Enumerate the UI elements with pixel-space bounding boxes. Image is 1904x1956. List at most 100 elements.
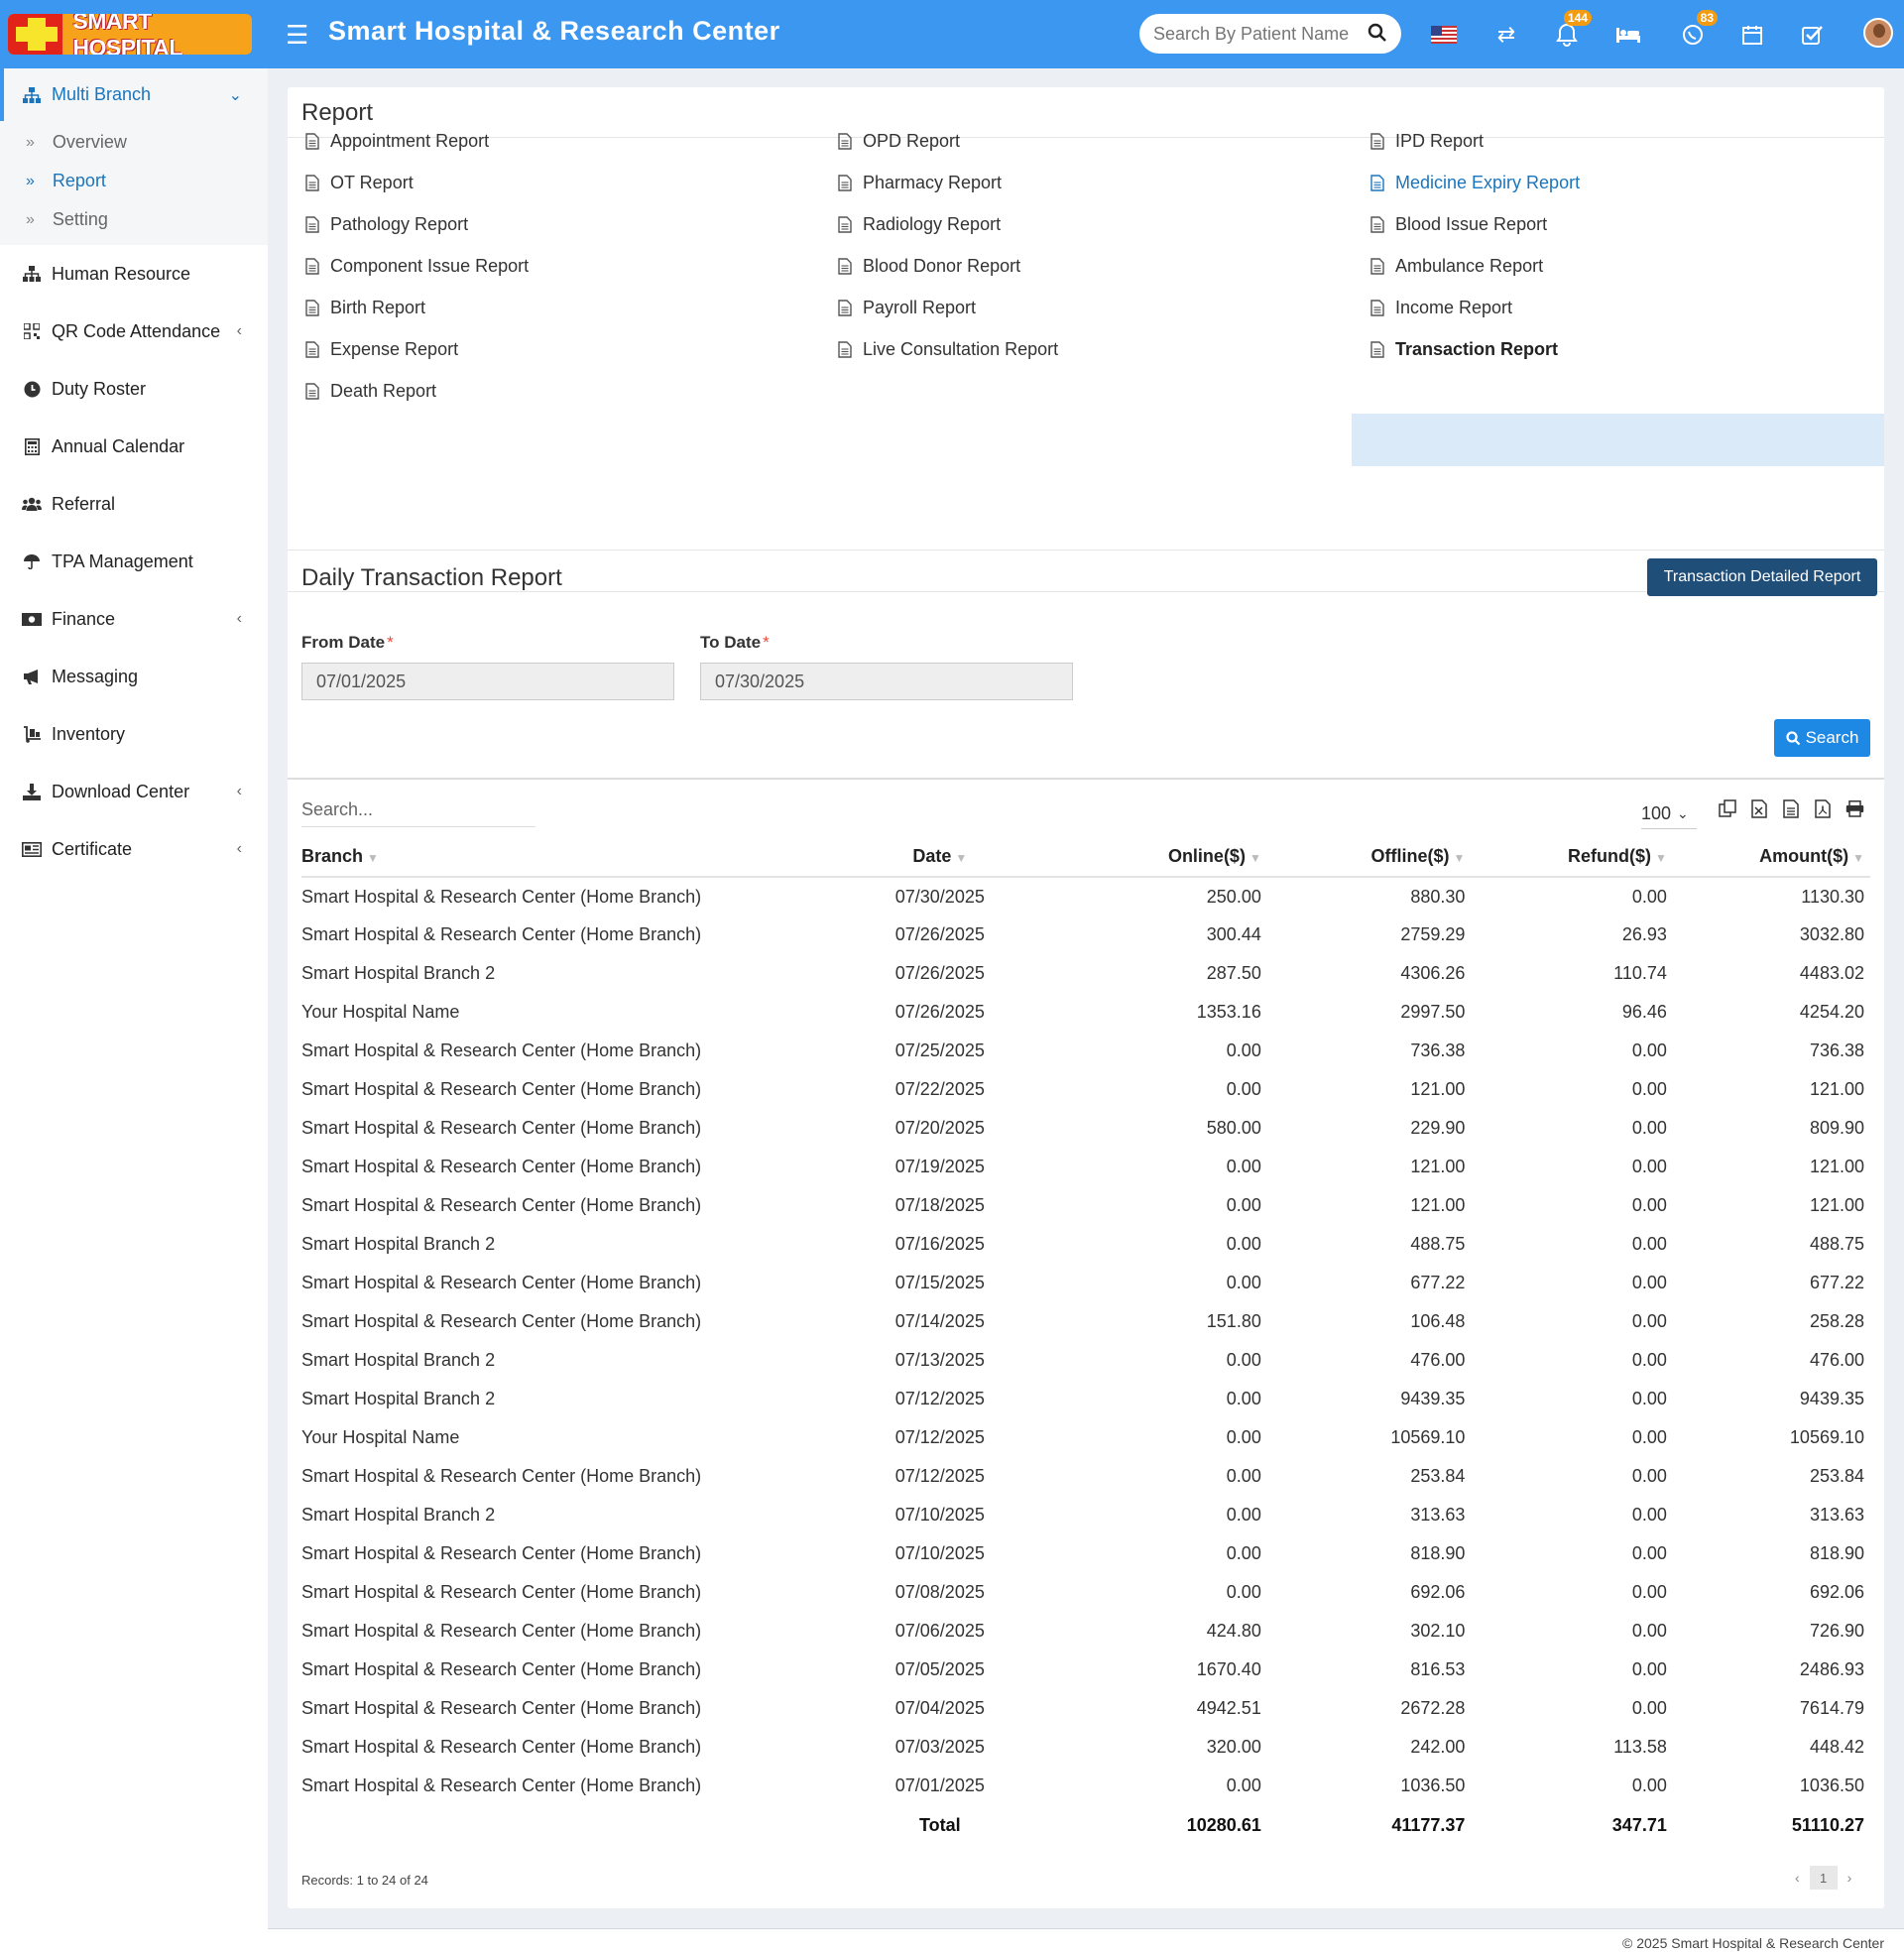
table-cell: 106.48 <box>1410 1311 1466 1331</box>
report-link-label: Pathology Report <box>330 214 469 234</box>
table-cell: Your Hospital Name <box>301 1427 460 1447</box>
double-chevron-icon: » <box>26 133 35 151</box>
report-link-income-report[interactable]: Income Report <box>1370 298 1512 318</box>
sidebar-item-messaging[interactable]: Messaging <box>0 648 268 705</box>
excel-icon[interactable] <box>1747 796 1771 820</box>
table-row: Your Hospital Name 07/12/2025 0.00 10569.10… <box>301 1418 1870 1457</box>
table-cell: 287.50 <box>1206 963 1261 983</box>
pdf-icon[interactable] <box>1811 796 1835 820</box>
sidebar-item-finance[interactable]: Finance ‹ <box>0 590 268 648</box>
table-search-input[interactable]: Search... <box>301 794 536 827</box>
calendar-icon[interactable] <box>1737 20 1767 50</box>
footer: © 2025 Smart Hospital & Research Center <box>268 1928 1904 1956</box>
col-date[interactable]: Date ▼ <box>859 837 1020 878</box>
sidebar-item-duty-roster[interactable]: Duty Roster <box>0 360 268 418</box>
report-link-pharmacy-report[interactable]: Pharmacy Report <box>838 173 1002 193</box>
page-number-button[interactable]: 1 <box>1809 1866 1838 1890</box>
report-link-expense-report[interactable]: Expense Report <box>305 339 458 360</box>
col-label: Amount($) <box>1759 846 1849 866</box>
chevron-left-icon: ‹ <box>236 322 242 339</box>
report-link-medicine-expiry-report[interactable]: Medicine Expiry Report <box>1370 173 1580 193</box>
submenu-overview[interactable]: » Overview <box>0 123 268 162</box>
report-link-opd-report[interactable]: OPD Report <box>838 131 960 152</box>
sidebar-item-download-center[interactable]: Download Center ‹ <box>0 763 268 820</box>
document-icon <box>1370 300 1390 316</box>
chevron-down-icon: ⌄ <box>228 86 242 104</box>
report-link-appointment-report[interactable]: Appointment Report <box>305 131 489 152</box>
report-link-death-report[interactable]: Death Report <box>305 381 436 402</box>
sidebar-item-qr-code-attendance[interactable]: QR Code Attendance ‹ <box>0 303 268 360</box>
prev-page-icon[interactable]: ‹ <box>1795 1870 1800 1886</box>
col-amount[interactable]: Amount($) ▼ <box>1672 837 1870 878</box>
copy-icon[interactable] <box>1716 796 1739 820</box>
sidebar-item-tpa-management[interactable]: TPA Management <box>0 533 268 590</box>
report-link-live-consultation-report[interactable]: Live Consultation Report <box>838 339 1058 360</box>
report-link-payroll-report[interactable]: Payroll Report <box>838 298 976 318</box>
per-page-select[interactable]: 100 ⌄ <box>1641 799 1697 829</box>
col-online[interactable]: Online($) ▼ <box>1019 837 1267 878</box>
report-link-component-issue-report[interactable]: Component Issue Report <box>305 256 529 277</box>
table-cell: 0.00 <box>1226 1775 1261 1795</box>
table-cell: 3032.80 <box>1799 924 1864 944</box>
us-flag-icon[interactable] <box>1429 20 1459 50</box>
to-date-input[interactable]: 07/30/2025 <box>700 663 1073 700</box>
report-link-ambulance-report[interactable]: Ambulance Report <box>1370 256 1543 277</box>
from-date-input[interactable]: 07/01/2025 <box>301 663 674 700</box>
report-link-ot-report[interactable]: OT Report <box>305 173 414 193</box>
document-icon <box>838 341 858 358</box>
table-cell: 300.44 <box>1206 924 1261 944</box>
sidebar-item-multi-branch[interactable]: Multi Branch ⌄ <box>0 68 268 121</box>
submenu-setting[interactable]: » Setting <box>0 200 268 239</box>
table-cell: 0.00 <box>1226 1427 1261 1447</box>
col-label: Online($) <box>1167 846 1246 866</box>
hamburger-menu-icon[interactable]: ☰ <box>286 20 308 51</box>
sidebar-item-certificate[interactable]: Certificate ‹ <box>0 820 268 878</box>
sidebar-item-referral[interactable]: Referral <box>0 475 268 533</box>
switch-branch-icon[interactable]: ⇄ <box>1491 20 1521 50</box>
sidebar-item-label: Annual Calendar <box>52 435 185 456</box>
sidebar-item-inventory[interactable]: Inventory <box>0 705 268 763</box>
print-icon[interactable] <box>1843 796 1866 820</box>
col-branch[interactable]: Branch ▼ <box>301 837 860 878</box>
table-cell: Smart Hospital & Research Center (Home B… <box>301 1040 702 1060</box>
table-cell: 258.28 <box>1809 1311 1864 1331</box>
table-cell: 07/15/2025 <box>894 1273 985 1292</box>
whatsapp-icon[interactable]: 83 <box>1678 10 1718 50</box>
patient-search-input[interactable] <box>1153 23 1357 45</box>
col-refund[interactable]: Refund($) ▼ <box>1471 837 1673 878</box>
sidebar-item-human-resource[interactable]: Human Resource <box>0 245 268 303</box>
to-date-label: To Date * <box>700 633 770 652</box>
report-link-pathology-report[interactable]: Pathology Report <box>305 214 468 235</box>
transaction-detailed-report-button[interactable]: Transaction Detailed Report <box>1647 558 1877 596</box>
report-link-blood-donor-report[interactable]: Blood Donor Report <box>838 256 1020 277</box>
search-button[interactable]: Search <box>1774 719 1870 757</box>
sidebar-item-annual-calendar[interactable]: Annual Calendar <box>0 418 268 475</box>
user-avatar[interactable] <box>1863 18 1893 48</box>
submenu-report[interactable]: » Report <box>0 162 268 200</box>
table-cell: 320.00 <box>1206 1737 1261 1757</box>
next-page-icon[interactable]: › <box>1847 1870 1852 1886</box>
notification-bell-icon[interactable]: 144 <box>1552 10 1592 50</box>
col-offline[interactable]: Offline($) ▼ <box>1266 837 1472 878</box>
csv-icon[interactable] <box>1779 796 1803 820</box>
document-icon <box>305 133 325 150</box>
sidebar-item-label: Finance <box>52 608 116 629</box>
report-link-blood-issue-report[interactable]: Blood Issue Report <box>1370 214 1547 235</box>
task-check-icon[interactable] <box>1798 20 1828 50</box>
table-cell: 07/20/2025 <box>894 1118 985 1138</box>
table-cell: Smart Hospital & Research Center (Home B… <box>301 1195 702 1215</box>
table-cell: 0.00 <box>1631 1466 1667 1486</box>
report-title: Report <box>301 99 374 126</box>
app-logo[interactable]: SMART HOSPITAL <box>8 14 252 55</box>
bed-icon[interactable] <box>1613 20 1643 50</box>
search-icon[interactable] <box>1368 23 1387 48</box>
table-header-row: Branch ▼ Date ▼ Online($) ▼ Offline($) ▼ Ref… <box>301 837 1870 878</box>
table-row: Smart Hospital Branch 2 07/26/2025 287.50 4… <box>301 954 1870 993</box>
report-link-label: Component Issue Report <box>330 256 530 276</box>
report-link-transaction-report[interactable]: Transaction Report <box>1370 339 1558 360</box>
report-link-ipd-report[interactable]: IPD Report <box>1370 131 1484 152</box>
report-link-birth-report[interactable]: Birth Report <box>305 298 425 318</box>
report-link-label: OT Report <box>330 173 414 192</box>
report-link-radiology-report[interactable]: Radiology Report <box>838 214 1001 235</box>
transaction-table: Branch ▼ Date ▼ Online($) ▼ Offline($) ▼ Ref… <box>301 837 1870 1845</box>
